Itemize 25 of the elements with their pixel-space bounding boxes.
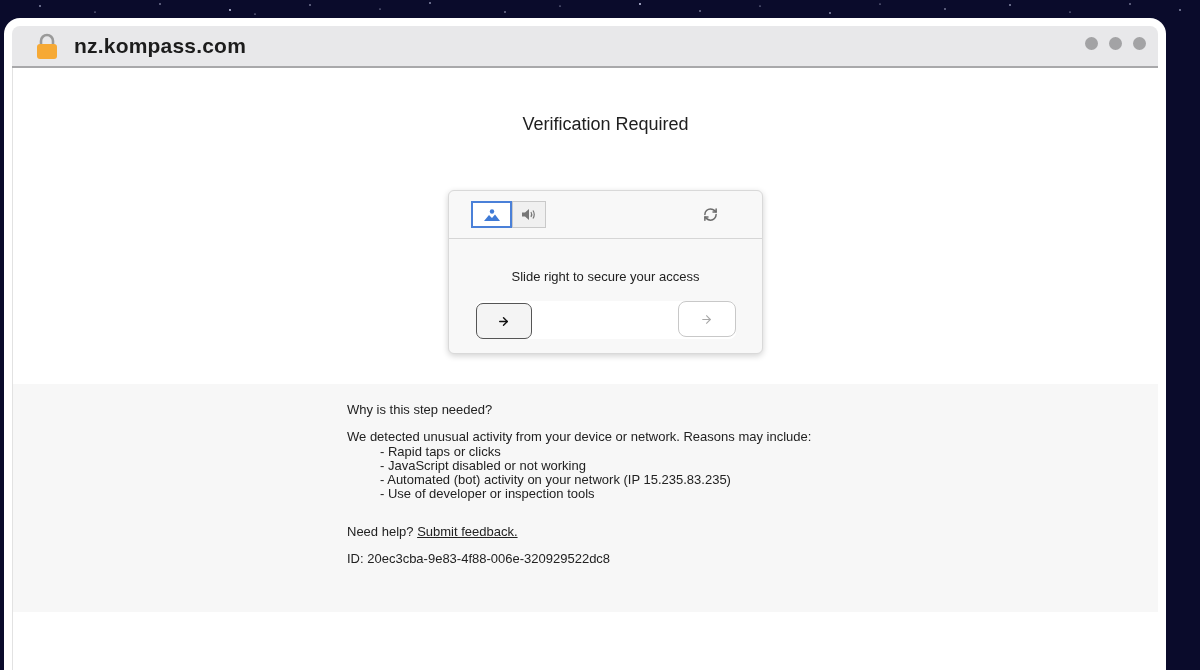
reason-item: - JavaScript disabled or not working bbox=[380, 459, 586, 473]
help-text: Need help? Submit feedback. bbox=[347, 524, 518, 540]
section-heading: Why is this step needed? bbox=[347, 402, 494, 418]
slider-handle[interactable] bbox=[475, 303, 532, 339]
reason-item: - Use of developer or inspection tools bbox=[380, 487, 595, 501]
site-address: nz.kompass.com bbox=[74, 33, 247, 60]
reason-intro: We detected unusual activity from your device or network. Reasons may include: bbox=[347, 429, 813, 445]
feedback-link[interactable]: Submit feedback. bbox=[417, 524, 518, 539]
page-title: Verification Required bbox=[522, 113, 689, 136]
speaker-icon bbox=[522, 209, 536, 220]
refresh-icon[interactable] bbox=[703, 207, 718, 222]
window-control-icon[interactable] bbox=[1133, 36, 1146, 50]
slider-track[interactable] bbox=[475, 301, 736, 339]
arrow-right-icon bbox=[700, 312, 713, 326]
slider-instruction: Slide right to secure your access bbox=[511, 269, 700, 285]
window-control-icon[interactable] bbox=[1085, 36, 1098, 50]
reason-item: - Automated (bot) activity on your network (IP 15.235.83.235) bbox=[380, 473, 731, 487]
captcha-tab[interactable] bbox=[471, 201, 512, 228]
image-icon bbox=[483, 208, 500, 221]
padlock-icon bbox=[36, 33, 58, 59]
captcha-tab[interactable] bbox=[512, 201, 546, 228]
request-id: ID: 20ec3cba-9e83-4f88-006e-320929522dc8 bbox=[347, 551, 611, 567]
window-control-icon[interactable] bbox=[1109, 36, 1122, 50]
reason-item: - Rapid taps or clicks bbox=[380, 445, 501, 459]
arrow-right-icon bbox=[497, 314, 510, 328]
